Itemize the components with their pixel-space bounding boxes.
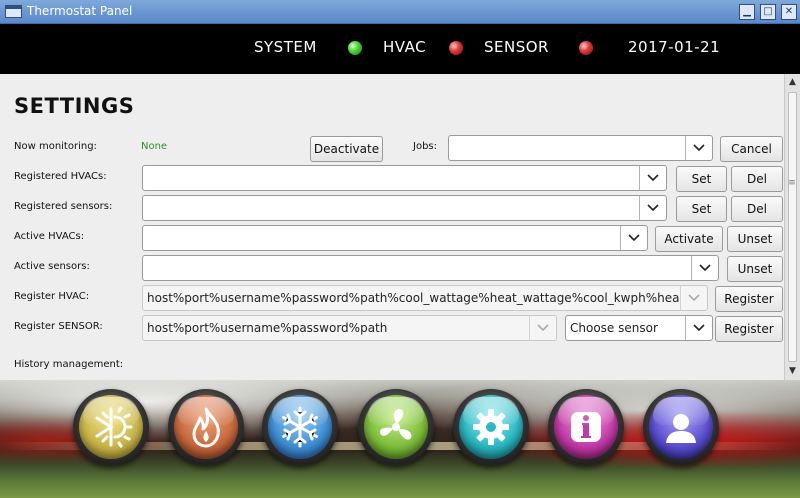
registered-sensors-label: Registered sensors: bbox=[14, 201, 113, 212]
window-titlebar: Thermostat Panel ▁ □ ✕ bbox=[0, 0, 800, 24]
del-hvac-button[interactable]: Del bbox=[731, 166, 783, 192]
info-button[interactable] bbox=[548, 389, 624, 465]
chevron-down-icon[interactable] bbox=[639, 166, 666, 190]
snowflake-icon bbox=[282, 406, 318, 448]
deactivate-button[interactable]: Deactivate bbox=[310, 136, 383, 162]
fan-mode-button[interactable] bbox=[358, 389, 434, 465]
flame-icon bbox=[192, 407, 220, 448]
scroll-down-icon[interactable]: ▼ bbox=[786, 364, 799, 378]
hvac-status-led-icon bbox=[449, 41, 463, 55]
system-status-led-icon bbox=[348, 41, 362, 55]
now-monitoring-label: Now monitoring: bbox=[14, 141, 97, 152]
registered-sensors-combo[interactable] bbox=[142, 195, 667, 221]
register-sensor-input[interactable]: host%port%username%password%path bbox=[142, 315, 557, 341]
active-hvacs-label: Active HVACs: bbox=[14, 231, 85, 242]
app-window-icon bbox=[5, 5, 22, 18]
register-hvac-label: Register HVAC: bbox=[14, 291, 90, 302]
hvac-status-label: HVAC bbox=[383, 38, 427, 56]
chevron-down-icon[interactable] bbox=[620, 226, 647, 250]
window-title: Thermostat Panel bbox=[27, 4, 133, 18]
scrollbar-grip-icon: ≡ bbox=[788, 178, 796, 188]
scroll-up-icon[interactable]: ▲ bbox=[786, 75, 799, 89]
chevron-down-icon[interactable] bbox=[639, 196, 666, 220]
activate-button[interactable]: Activate bbox=[655, 226, 723, 252]
climate-mode-button[interactable] bbox=[73, 389, 149, 465]
cool-mode-button[interactable] bbox=[262, 389, 338, 465]
sensor-status-led-icon bbox=[579, 41, 593, 55]
register-sensor-value: host%port%username%password%path bbox=[147, 321, 388, 335]
settings-panel: SETTINGS Now monitoring: None Deactivate… bbox=[0, 74, 784, 380]
heat-mode-button[interactable] bbox=[168, 389, 244, 465]
status-date: 2017-01-21 bbox=[628, 38, 721, 56]
user-icon bbox=[666, 414, 696, 443]
chevron-down-icon[interactable] bbox=[685, 316, 712, 340]
chevron-down-icon[interactable] bbox=[685, 136, 712, 160]
sun-snowflake-icon bbox=[95, 406, 133, 448]
set-sensor-button[interactable]: Set bbox=[676, 196, 727, 222]
del-sensor-button[interactable]: Del bbox=[731, 196, 783, 222]
register-hvac-input[interactable]: host%port%username%password%path%cool_wa… bbox=[142, 285, 708, 311]
choose-sensor-value: Choose sensor bbox=[570, 321, 658, 335]
fan-icon bbox=[379, 409, 412, 440]
register-sensor-button[interactable]: Register bbox=[715, 316, 783, 342]
minimize-button[interactable]: ▁ bbox=[739, 4, 755, 20]
cancel-button[interactable]: Cancel bbox=[720, 136, 783, 162]
register-hvac-value: host%port%username%password%path%cool_wa… bbox=[147, 291, 679, 305]
register-hvac-button[interactable]: Register bbox=[715, 286, 783, 312]
set-hvac-button[interactable]: Set bbox=[676, 166, 727, 192]
now-monitoring-value: None bbox=[141, 141, 168, 152]
active-sensors-label: Active sensors: bbox=[14, 261, 90, 272]
unset-sensor-button[interactable]: Unset bbox=[727, 256, 783, 282]
jobs-label: Jobs: bbox=[413, 141, 437, 152]
page-title: SETTINGS bbox=[14, 94, 135, 118]
settings-scrollbar[interactable]: ▲ ≡ ▼ bbox=[784, 74, 800, 380]
chevron-down-icon[interactable] bbox=[680, 286, 707, 310]
unset-hvac-button[interactable]: Unset bbox=[727, 226, 783, 252]
chevron-down-icon[interactable] bbox=[691, 256, 718, 280]
history-management-label: History management: bbox=[14, 359, 124, 370]
register-sensor-label: Register SENSOR: bbox=[14, 321, 103, 332]
active-sensors-combo[interactable] bbox=[142, 255, 719, 281]
maximize-button[interactable]: □ bbox=[760, 4, 776, 20]
user-button[interactable] bbox=[643, 389, 719, 465]
settings-button[interactable] bbox=[453, 389, 529, 465]
active-hvacs-combo[interactable] bbox=[142, 225, 648, 251]
info-icon bbox=[571, 412, 601, 442]
sensor-status-label: SENSOR bbox=[484, 38, 549, 56]
scrollbar-thumb[interactable] bbox=[788, 92, 797, 362]
jobs-combo[interactable] bbox=[448, 135, 713, 161]
chevron-down-icon[interactable] bbox=[529, 316, 556, 340]
close-button[interactable]: ✕ bbox=[781, 4, 797, 20]
registered-hvacs-combo[interactable] bbox=[142, 165, 667, 191]
system-status-label: SYSTEM bbox=[254, 38, 317, 56]
gear-icon bbox=[473, 409, 509, 445]
registered-hvacs-label: Registered HVACs: bbox=[14, 171, 107, 182]
status-bar: SYSTEM HVAC SENSOR 2017-01-21 bbox=[0, 24, 800, 74]
choose-sensor-select[interactable]: Choose sensor bbox=[565, 315, 713, 341]
